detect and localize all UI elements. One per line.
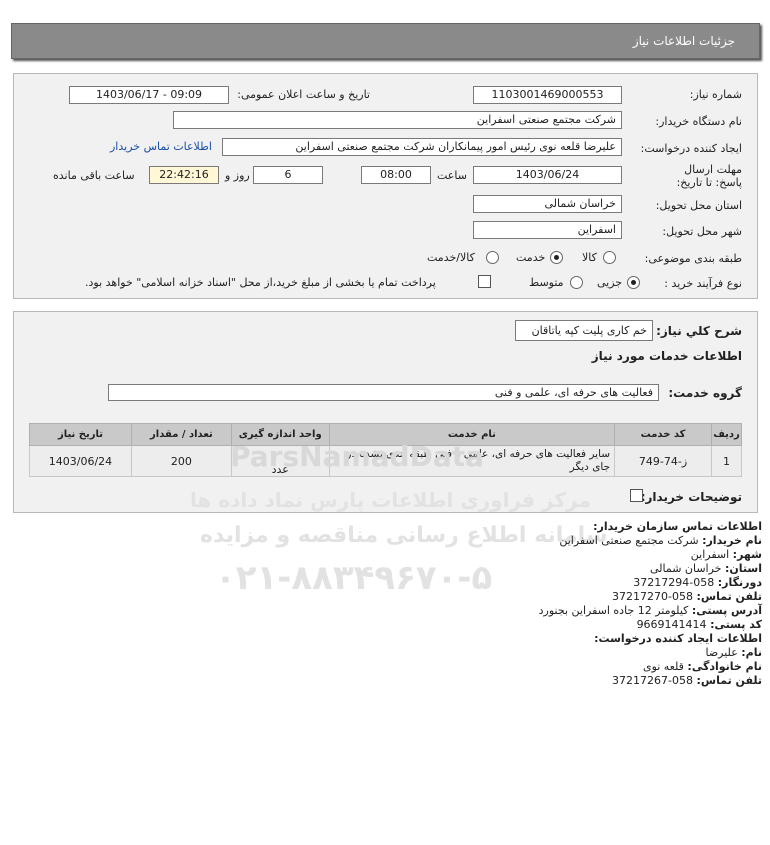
col-row: ردیف — [711, 423, 742, 446]
table-row: 1 ز-74-749 سایر فعالیت های حرفه ای، علمی… — [29, 445, 742, 477]
category-option-goods: کالا — [582, 251, 597, 264]
summary-label: شرح كلي نياز: — [656, 324, 742, 338]
contact-org: نام خریدار: شرکت مجتمع صنعتی اسفراین — [559, 534, 762, 547]
category-label: طبقه بندی موضوعی: — [644, 252, 742, 265]
service-group-field: فعالیت های حرفه ای، علمی و فنی — [108, 384, 659, 401]
province-field: خراسان شمالی — [473, 195, 622, 213]
province-label: استان محل تحویل: — [655, 199, 742, 212]
purchase-radio-minor[interactable] — [627, 276, 640, 289]
days-label: روز و — [225, 169, 250, 182]
col-qty: تعداد / مقدار — [130, 423, 232, 446]
deadline-date-field: 1403/06/24 — [473, 166, 622, 184]
watermark-phone: ۰۲۱-۸۸۳۴۹۶۷۰-۵ — [215, 558, 493, 598]
buyer-contact-link[interactable]: اطلاعات تماس خریدار — [110, 140, 212, 153]
category-radio-goods-service[interactable] — [486, 251, 499, 264]
creator-phone: تلفن تماس: 058-37217267 — [612, 674, 762, 687]
purchase-radio-medium[interactable] — [570, 276, 583, 289]
creator-heading: اطلاعات ایجاد کننده درخواست: — [594, 632, 762, 645]
deadline-time-field: 08:00 — [361, 166, 431, 184]
creator-label: ایجاد کننده درخواست: — [640, 142, 742, 155]
contact-heading: اطلاعات تماس سازمان خریدار: — [593, 520, 762, 533]
cell-date: 1403/06/24 — [29, 445, 132, 477]
purchase-type-label: نوع فرآیند خرید : — [664, 277, 742, 290]
col-code: کد خدمت — [614, 423, 713, 446]
contact-city: شهر: اسفراین — [690, 548, 762, 561]
watermark-line3: سامانه اطلاع رسانی مناقصه و مزایده — [200, 523, 608, 548]
creator-last-name: نام خانوادگی: قلعه نوی — [642, 660, 762, 673]
creator-field: علیرضا قلعه نوی رئیس امور پیمانکاران شرک… — [222, 138, 622, 156]
buyer-notes-checkbox[interactable] — [630, 489, 643, 502]
remaining-time-field: 22:42:16 — [149, 166, 219, 184]
creator-first-name: نام: علیرضا — [705, 646, 762, 659]
category-radio-goods[interactable] — [603, 251, 616, 264]
service-group-label: گروه خدمت: — [668, 386, 742, 400]
contact-phone: تلفن تماس: 058-37217270 — [612, 590, 762, 603]
need-info-panel — [13, 73, 758, 299]
page-title: جزئیات اطلاعات نیاز — [632, 34, 735, 48]
category-option-service: خدمت — [516, 251, 546, 264]
need-number-field: 1103001469000553 — [473, 86, 622, 104]
cell-unit: عدد — [230, 445, 330, 477]
treasury-note: پرداخت تمام یا بخشی از مبلغ خرید،از محل … — [85, 276, 436, 289]
contact-postal: کد پستی: 9669141414 — [636, 618, 762, 631]
category-radio-service[interactable] — [550, 251, 563, 264]
contact-fax: دورنگار: 058-37217294 — [633, 576, 762, 589]
days-field: 6 — [253, 166, 323, 184]
deadline-label: مهلت ارسال پاسخ: تا تاریخ: — [676, 163, 742, 189]
contact-address: آدرس پستی: کیلومتر 12 جاده اسفراین بجنور… — [538, 604, 762, 617]
remaining-time-label: ساعت باقی مانده — [53, 169, 135, 182]
announce-label: تاریخ و ساعت اعلان عمومی: — [237, 88, 370, 101]
category-option-goods-service: کالا/خدمت — [427, 251, 475, 264]
city-label: شهر محل تحویل: — [662, 225, 742, 238]
col-unit: واحد اندازه گیری — [230, 423, 330, 446]
summary-field: خم کاری پلیت کپه یاتاقان — [515, 320, 653, 341]
col-name: نام خدمت — [328, 423, 616, 446]
col-date: تاریخ نیاز — [29, 423, 132, 446]
need-details-panel — [13, 311, 758, 513]
treasury-checkbox[interactable] — [478, 275, 491, 288]
purchase-option-medium: متوسط — [529, 276, 564, 289]
page-title-bar: جزئیات اطلاعات نیاز — [11, 23, 760, 59]
purchase-option-minor: جزیی — [597, 276, 623, 289]
cell-code: ز-74-749 — [614, 445, 713, 477]
city-field: اسفراین — [473, 221, 622, 239]
services-table: ردیف کد خدمت نام خدمت واحد اندازه گیری ت… — [29, 423, 742, 477]
buyer-name-field: شرکت مجتمع صنعتی اسفراین — [173, 111, 622, 129]
deadline-time-label: ساعت — [437, 169, 467, 182]
buyer-name-label: نام دستگاه خریدار: — [655, 115, 742, 128]
cell-name: سایر فعالیت های حرفه ای، علمی و فنی طبقه… — [328, 445, 616, 477]
cell-row: 1 — [711, 445, 742, 477]
cell-qty: 200 — [130, 445, 232, 477]
need-number-label: شماره نیاز: — [689, 88, 742, 101]
buyer-notes-label: توضیحات خریدار: — [640, 490, 742, 504]
announce-field: 1403/06/17 - 09:09 — [69, 86, 229, 104]
contact-province: استان: خراسان شمالی — [649, 562, 762, 575]
services-heading: اطلاعات خدمات مورد نياز — [591, 349, 742, 363]
